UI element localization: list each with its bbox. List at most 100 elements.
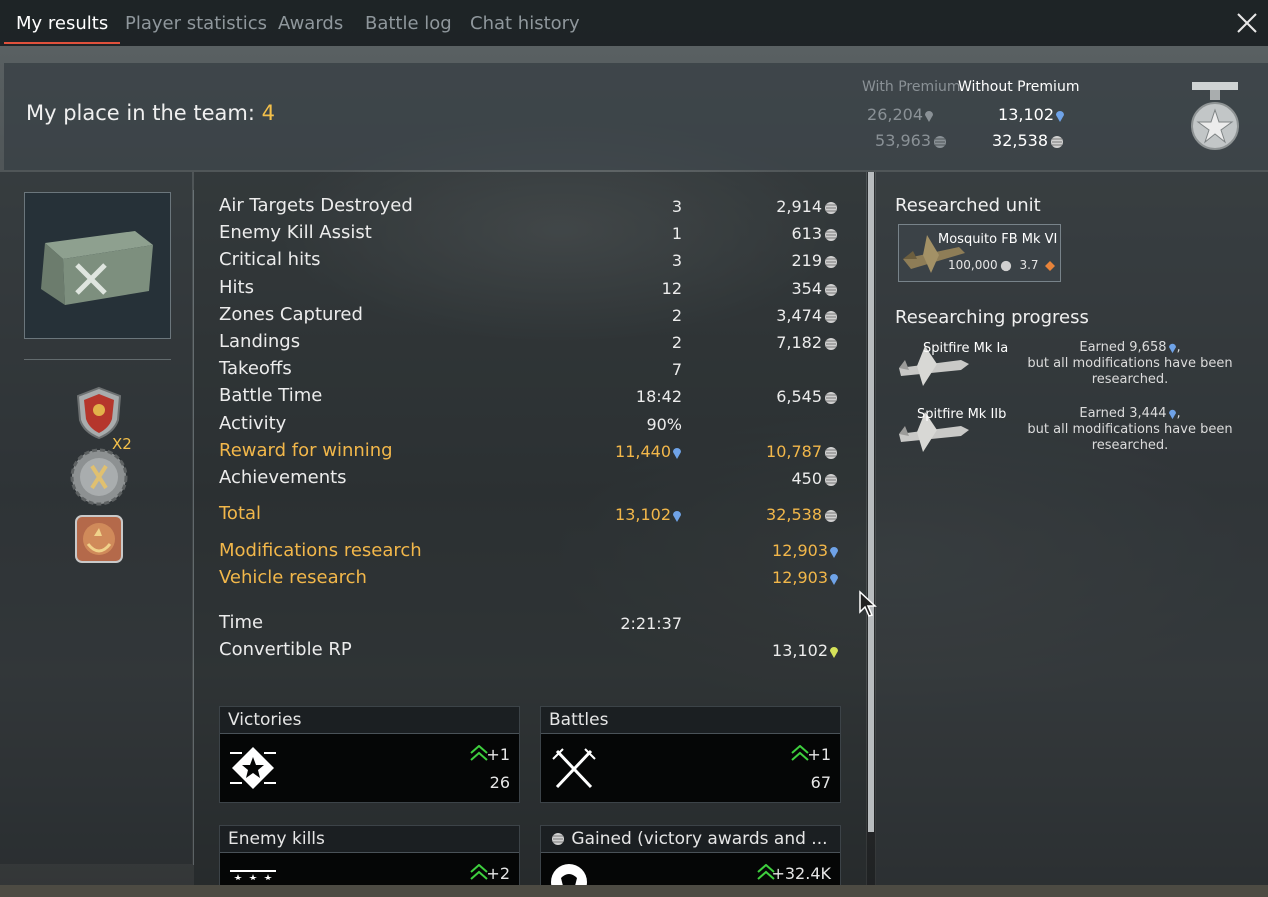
result-row-label: Landings xyxy=(219,331,301,352)
battles-title: Battles xyxy=(541,707,840,734)
researched-unit-info: 100,000 3.7 xyxy=(948,258,1056,272)
gained-box: Gained (victory awards and ... +32.4K xyxy=(540,825,841,886)
spitfire-iib-progress: Earned 3,444, but all modifications have… xyxy=(1027,406,1233,453)
tab-battle-log[interactable]: Battle log xyxy=(365,0,452,46)
researched-unit-name: Mosquito FB Mk VI xyxy=(938,232,1058,247)
research-point-icon xyxy=(673,510,681,522)
silver-lion-icon xyxy=(825,337,837,350)
spitfire-ia-name: Spitfire Mk Ia xyxy=(923,341,1009,356)
enemy-kills-box: Enemy kills +2 xyxy=(219,825,520,885)
silver-lion-icon xyxy=(825,255,837,268)
result-row-count: 12 xyxy=(661,279,682,298)
bottom-strip xyxy=(0,885,1268,897)
total-sl: 32,538 xyxy=(700,505,839,524)
research-point-icon xyxy=(830,573,838,585)
battles-box: Battles +1 67 xyxy=(540,706,841,803)
result-row-label: Critical hits xyxy=(219,249,321,270)
shield-award-icon[interactable] xyxy=(74,386,124,440)
total-label: Total xyxy=(219,503,262,524)
result-row-reward: 613 xyxy=(700,224,839,243)
trophy-crate[interactable] xyxy=(24,192,171,339)
victories-title: Victories xyxy=(220,707,519,734)
result-row-label: Hits xyxy=(219,277,254,298)
silver-lion-icon xyxy=(1051,135,1063,148)
research-point-icon xyxy=(1056,110,1064,122)
result-row-count: 11,440 xyxy=(560,442,682,461)
result-row-reward: 450 xyxy=(700,469,839,488)
increase-arrow-icon xyxy=(791,745,809,761)
silver-lion-icon xyxy=(934,135,946,148)
increase-arrow-icon xyxy=(470,864,488,880)
silver-lion-icon xyxy=(1000,260,1011,271)
result-row-count: 2 xyxy=(671,306,682,325)
close-icon xyxy=(1237,13,1257,33)
result-row-label: Reward for winning xyxy=(219,440,393,461)
laurel-badge-icon[interactable] xyxy=(74,514,124,564)
silver-lion-icon xyxy=(825,310,837,323)
silver-lion-icon xyxy=(825,473,837,486)
result-row-label: Activity xyxy=(219,413,287,434)
rank-diamond-icon xyxy=(1045,260,1056,271)
tab-player-statistics[interactable]: Player statistics xyxy=(125,0,267,46)
close-button[interactable] xyxy=(1232,8,1262,38)
researched-unit-cost: 100,000 xyxy=(948,258,998,272)
result-row-reward: 7,182 xyxy=(700,333,839,352)
research-point-icon xyxy=(1168,343,1176,353)
time-label: Time xyxy=(219,612,264,633)
tab-awards[interactable]: Awards xyxy=(278,0,343,46)
silver-lion-icon xyxy=(825,201,837,214)
result-row-count: 18:42 xyxy=(635,387,682,406)
silver-lion-icon xyxy=(825,391,837,404)
ammo-crate-icon xyxy=(41,231,153,305)
result-row-count: 3 xyxy=(671,197,682,216)
research-point-icon xyxy=(830,546,838,558)
silver-lion-icon xyxy=(552,833,564,845)
vehicle-research-value: 12,903 xyxy=(700,568,839,587)
without-premium-sl: 32,538 xyxy=(955,131,1065,150)
silver-lion-icon xyxy=(825,283,837,296)
battles-delta: +1 xyxy=(807,745,831,764)
scrollbar-thumb[interactable] xyxy=(868,172,874,832)
result-row-label: Achievements xyxy=(219,467,347,488)
result-row-label: Takeoffs xyxy=(219,358,292,379)
team-place-value: 4 xyxy=(261,101,275,125)
result-row-reward: 3,474 xyxy=(700,306,839,325)
without-premium-rp: 13,102 xyxy=(955,105,1065,124)
researched-unit-title: Researched unit xyxy=(895,195,1041,216)
tab-chat-history[interactable]: Chat history xyxy=(470,0,580,46)
team-place-label: My place in the team: xyxy=(26,101,255,125)
gear-medal-icon[interactable] xyxy=(70,448,128,506)
total-rp: 13,102 xyxy=(560,505,682,524)
victories-delta: +1 xyxy=(486,745,510,764)
tab-my-results[interactable]: My results xyxy=(3,0,121,46)
tab-bar: My results Player statistics Awards Batt… xyxy=(0,0,1268,46)
result-row-count: 2 xyxy=(671,333,682,352)
medal-icon xyxy=(1191,82,1239,150)
vehicle-research-label: Vehicle research xyxy=(219,567,367,588)
result-row-count: 90% xyxy=(646,415,682,434)
result-row-count: 1 xyxy=(671,224,682,243)
result-row-reward: 2,914 xyxy=(700,197,839,216)
silver-lion-icon xyxy=(825,509,837,522)
victories-box: Victories +1 26 xyxy=(219,706,520,803)
enemy-kills-title: Enemy kills xyxy=(220,826,519,853)
convertible-rp-value: 13,102 xyxy=(700,641,839,660)
with-premium-label: With Premium xyxy=(862,79,961,95)
with-premium-sl: 53,963 xyxy=(838,131,948,150)
convertible-rp-icon xyxy=(830,646,838,658)
result-row-label: Zones Captured xyxy=(219,304,363,325)
increase-arrow-icon xyxy=(470,745,488,761)
with-premium-rp: 26,204 xyxy=(824,105,934,124)
researching-progress-title: Researching progress xyxy=(895,307,1089,328)
result-row-label: Air Targets Destroyed xyxy=(219,195,413,216)
result-row-count: 7 xyxy=(671,360,682,379)
gained-title: Gained (victory awards and ... xyxy=(541,826,840,853)
result-row-reward: 219 xyxy=(700,251,839,270)
spitfire-ia-progress: Earned 9,658, but all modifications have… xyxy=(1027,340,1233,387)
without-premium-label: Without Premium xyxy=(958,79,1080,95)
gained-delta: +32.4K xyxy=(771,864,831,883)
convertible-rp-label: Convertible RP xyxy=(219,639,352,660)
result-row-label: Battle Time xyxy=(219,385,323,406)
enemy-kills-delta: +2 xyxy=(486,864,510,883)
silver-lion-icon xyxy=(825,446,837,459)
